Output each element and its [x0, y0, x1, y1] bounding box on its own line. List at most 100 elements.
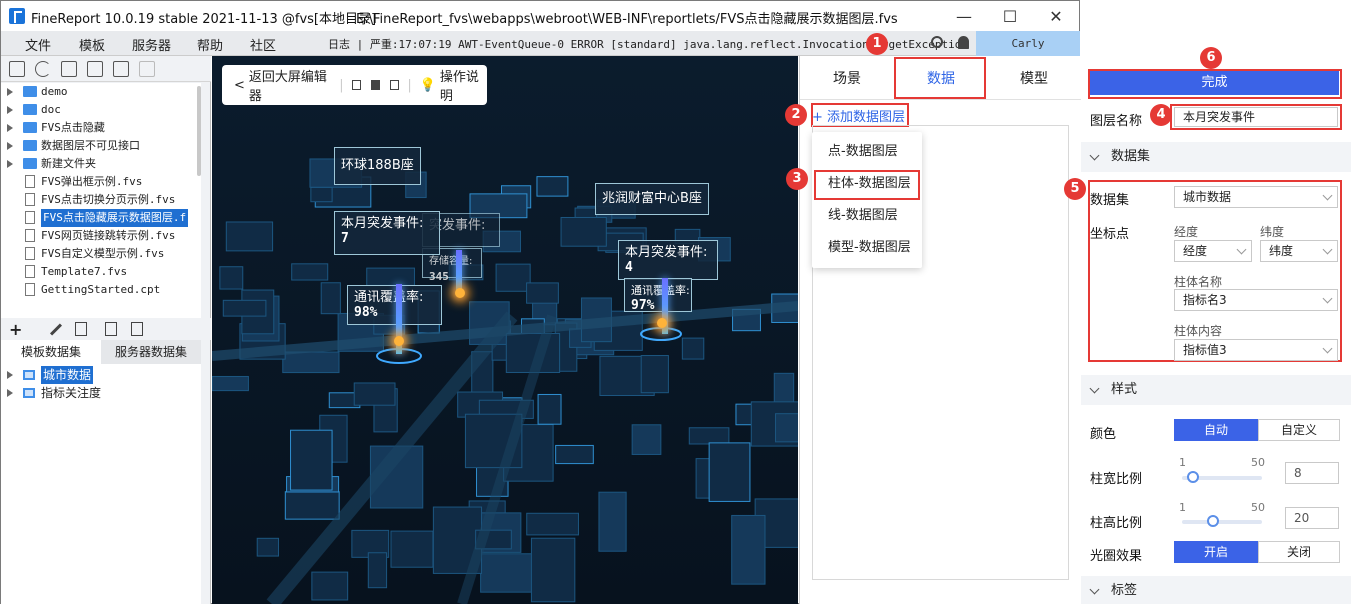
tree-file[interactable]: Template7.fvs — [1, 263, 201, 281]
search-icon[interactable] — [931, 36, 943, 48]
close-button[interactable]: ✕ — [1033, 1, 1079, 31]
file-icon — [25, 265, 35, 278]
lat-select[interactable]: 纬度 — [1260, 240, 1338, 262]
pillar-glow-3 — [657, 318, 667, 328]
expand-arrow-icon[interactable] — [7, 88, 13, 96]
tree-folder[interactable]: 数据图层不可见接口 — [1, 137, 201, 155]
help-button[interactable]: 操作说明 — [440, 66, 487, 104]
color-auto-button[interactable]: 自动 — [1174, 419, 1258, 441]
tree-folder[interactable]: 新建文件夹 — [1, 155, 201, 173]
chevron-down-icon — [1322, 293, 1333, 304]
folder-icon — [23, 140, 37, 151]
tab-model[interactable]: 模型 — [1020, 68, 1048, 88]
tree-folder[interactable]: doc — [1, 101, 201, 119]
halo-label: 光圈效果 — [1090, 549, 1143, 564]
building — [731, 514, 766, 585]
building-card-2[interactable]: 兆润财富中心B座 — [595, 183, 709, 215]
expand-arrow-icon[interactable] — [7, 124, 13, 132]
bell-icon[interactable] — [958, 36, 969, 49]
settings-icon[interactable] — [87, 61, 103, 77]
expand-arrow-icon[interactable] — [7, 106, 13, 114]
done-button[interactable]: 完成 — [1090, 71, 1339, 95]
tab-data[interactable]: 数据 — [927, 68, 955, 88]
menu-community[interactable]: 社区 — [250, 35, 276, 54]
menu-line-layer[interactable]: 线-数据图层 — [812, 200, 922, 232]
scene-canvas[interactable]: < 返回大屏编辑器 | | 💡 操作说明 环球188B座 突发事件: 存储容量:… — [212, 56, 798, 604]
building — [708, 442, 751, 502]
back-icon[interactable]: < — [234, 78, 245, 93]
file-icon — [25, 211, 35, 224]
maximize-button[interactable]: ☐ — [987, 1, 1033, 31]
tree-file[interactable]: FVS自定义模型示例.fvs — [1, 245, 201, 263]
tree-scrollbar[interactable] — [197, 86, 201, 176]
width-input[interactable]: 8 — [1285, 462, 1339, 484]
tree-file[interactable]: FVS点击切换分页示例.fvs — [1, 191, 201, 209]
height-input[interactable]: 20 — [1285, 507, 1339, 529]
menu-template[interactable]: 模板 — [79, 35, 105, 54]
add-icon[interactable]: + — [9, 320, 22, 339]
coverage-card-2[interactable]: 通讯覆盖率: 97% — [624, 278, 692, 313]
coverage-card-1[interactable]: 通讯覆盖率: 98% — [347, 285, 442, 325]
width-slider-knob[interactable] — [1187, 471, 1200, 483]
template-toolbar — [1, 56, 211, 82]
color-custom-button[interactable]: 自定义 — [1258, 419, 1340, 441]
tree-file[interactable]: FVS弹出框示例.fvs — [1, 173, 201, 191]
section-label[interactable]: 标签 — [1081, 576, 1351, 604]
event-card-1[interactable]: 本月突发事件: 7 — [334, 211, 440, 255]
building — [353, 382, 396, 406]
refresh-icon[interactable] — [35, 61, 51, 77]
dataset-item[interactable]: 城市数据 — [1, 366, 201, 384]
layer-name-input[interactable]: 本月突发事件 — [1174, 107, 1338, 127]
menu-server[interactable]: 服务器 — [132, 35, 171, 54]
view-icon-1[interactable] — [351, 80, 361, 90]
halo-off-button[interactable]: 关闭 — [1258, 541, 1340, 563]
halo-on-button[interactable]: 开启 — [1174, 541, 1258, 563]
tab-server-dataset[interactable]: 服务器数据集 — [101, 340, 201, 364]
height-slider[interactable] — [1182, 520, 1262, 524]
tab-template-dataset[interactable]: 模板数据集 — [1, 340, 101, 364]
lng-select[interactable]: 经度 — [1174, 240, 1252, 262]
tree-item-label: demo — [41, 85, 68, 98]
section-style[interactable]: 样式 — [1081, 375, 1351, 405]
expand-arrow-icon[interactable] — [7, 389, 13, 397]
pillar-layer-highlight — [814, 170, 920, 200]
edit-icon[interactable] — [49, 323, 63, 336]
pillar-content-select[interactable]: 指标值3 — [1174, 339, 1338, 361]
expand-arrow-icon[interactable] — [7, 142, 13, 150]
new-template-icon[interactable] — [9, 61, 25, 77]
copy-icon[interactable] — [139, 61, 155, 77]
expand-arrow-icon[interactable] — [7, 371, 13, 379]
title-bar: FineReport 10.0.19 stable 2021-11-13 @fv… — [1, 1, 1079, 31]
menu-help[interactable]: 帮助 — [197, 35, 223, 54]
minimize-button[interactable]: — — [941, 1, 987, 31]
dataset-select[interactable]: 城市数据 — [1174, 186, 1338, 208]
menu-point-layer[interactable]: 点-数据图层 — [812, 136, 922, 168]
tree-file[interactable]: FVS点击隐藏展示数据图层.f — [1, 209, 201, 227]
tree-file[interactable]: FVS网页链接跳转示例.fvs — [1, 227, 201, 245]
height-slider-knob[interactable] — [1207, 515, 1220, 527]
event-card-2[interactable]: 本月突发事件: 4 — [618, 240, 718, 280]
expand-arrow-icon[interactable] — [7, 160, 13, 168]
dataset-item[interactable]: 指标关注度 — [1, 384, 201, 402]
tree-folder[interactable]: FVS点击隐藏 — [1, 119, 201, 137]
tree-file[interactable]: GettingStarted.cpt — [1, 281, 201, 299]
menu-model-layer[interactable]: 模型-数据图层 — [812, 232, 922, 264]
tab-scene[interactable]: 场景 — [833, 68, 861, 88]
open-icon[interactable] — [61, 61, 77, 77]
building-card-1[interactable]: 环球188B座 — [334, 147, 421, 185]
menu-file[interactable]: 文件 — [25, 35, 51, 54]
pillar-name-select[interactable]: 指标名3 — [1174, 289, 1338, 311]
delete-icon[interactable] — [113, 61, 129, 77]
step-badge-5: 5 — [1064, 178, 1086, 200]
view-icon-3[interactable] — [390, 80, 400, 90]
dataset-edit-icon[interactable] — [131, 322, 143, 336]
back-to-editor-button[interactable]: 返回大屏编辑器 — [249, 66, 331, 104]
preview-icon[interactable] — [105, 322, 117, 336]
user-name[interactable]: Carly — [976, 31, 1080, 56]
tree-folder[interactable]: demo — [1, 83, 201, 101]
section-dataset[interactable]: 数据集 — [1081, 142, 1351, 172]
add-data-layer-button[interactable]: + 添加数据图层 — [812, 106, 905, 125]
building — [640, 355, 669, 394]
view-icon-2[interactable] — [370, 80, 381, 90]
trash-icon[interactable] — [75, 322, 87, 336]
